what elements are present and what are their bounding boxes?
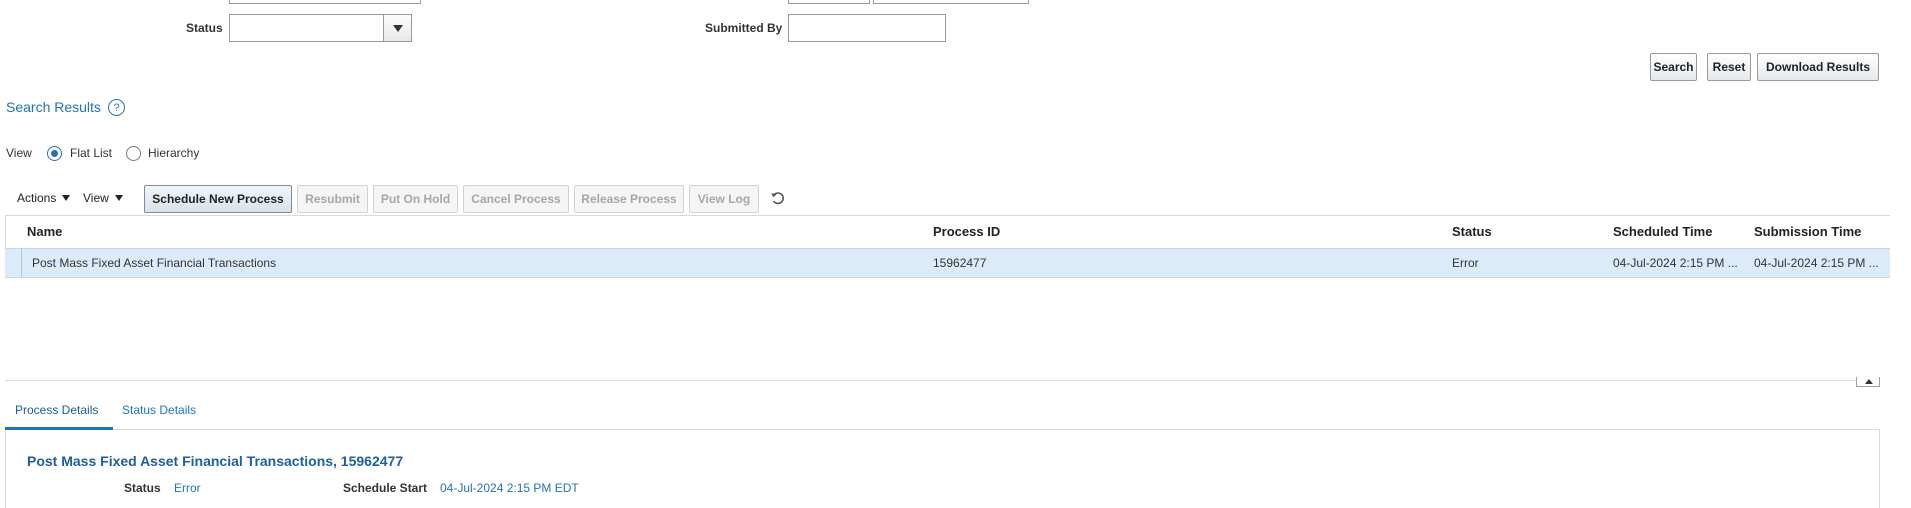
hierarchy-radio[interactable]	[126, 146, 141, 161]
help-icon[interactable]: ?	[108, 99, 125, 116]
search-button[interactable]: Search	[1650, 53, 1697, 81]
previous-row-input-left[interactable]	[788, 0, 870, 4]
flat-list-radio[interactable]	[47, 146, 62, 161]
table-top-border	[5, 215, 1890, 216]
cell-submission-time: 04-Jul-2024 2:15 PM ...	[1754, 256, 1879, 270]
flat-list-label: Flat List	[70, 146, 113, 160]
detail-schedule-start-value: 04-Jul-2024 2:15 PM EDT	[440, 481, 579, 495]
put-on-hold-button[interactable]: Put On Hold	[373, 185, 458, 213]
schedule-new-process-button[interactable]: Schedule New Process	[144, 185, 292, 213]
column-header-scheduled-time[interactable]: Scheduled Time	[1613, 224, 1712, 239]
tab-status-details[interactable]: Status Details	[122, 403, 196, 417]
view-menu-label: View	[83, 191, 109, 205]
cancel-process-button[interactable]: Cancel Process	[463, 185, 569, 213]
search-results-title: Search Results	[6, 99, 101, 115]
column-header-process-id[interactable]: Process ID	[933, 224, 1000, 239]
status-dropdown-button[interactable]	[383, 15, 411, 41]
previous-row-input-right[interactable]	[873, 0, 1029, 4]
column-header-name[interactable]: Name	[27, 224, 62, 239]
download-results-button[interactable]: Download Results	[1757, 53, 1879, 81]
actions-menu[interactable]: Actions	[17, 191, 71, 205]
row-selector[interactable]	[5, 248, 22, 278]
column-header-submission-time[interactable]: Submission Time	[1754, 224, 1861, 239]
detail-status-value[interactable]: Error	[174, 481, 201, 495]
chevron-down-icon	[392, 24, 403, 32]
refresh-icon[interactable]	[770, 190, 786, 206]
status-label: Status	[186, 21, 223, 35]
column-header-status[interactable]: Status	[1452, 224, 1492, 239]
actions-menu-label: Actions	[17, 191, 57, 205]
chevron-down-icon	[62, 195, 71, 201]
reset-button[interactable]: Reset	[1707, 53, 1751, 81]
cell-status: Error	[1452, 256, 1479, 270]
collapse-panel-handle[interactable]	[1856, 377, 1880, 387]
hierarchy-label: Hierarchy	[148, 146, 200, 160]
release-process-button[interactable]: Release Process	[574, 185, 684, 213]
cell-process-id: 15962477	[933, 256, 987, 270]
previous-row-input[interactable]	[229, 0, 421, 4]
cell-name: Post Mass Fixed Asset Financial Transact…	[32, 256, 277, 270]
detail-schedule-start-label: Schedule Start	[343, 481, 428, 495]
cell-scheduled-time: 04-Jul-2024 2:15 PM ...	[1613, 256, 1738, 270]
resubmit-button[interactable]: Resubmit	[297, 185, 368, 213]
process-details-title: Post Mass Fixed Asset Financial Transact…	[27, 453, 404, 469]
detail-status-label: Status	[124, 481, 161, 495]
tab-process-details[interactable]: Process Details	[15, 403, 98, 417]
view-menu[interactable]: View	[83, 191, 123, 205]
status-select[interactable]	[229, 14, 412, 42]
view-radio-label: View	[6, 146, 32, 160]
panel-divider	[5, 380, 1880, 381]
view-log-button[interactable]: View Log	[689, 185, 759, 213]
submitted-by-input[interactable]	[788, 14, 946, 42]
chevron-down-icon	[114, 195, 123, 201]
process-details-panel	[5, 430, 1880, 508]
submitted-by-label: Submitted By	[705, 21, 783, 35]
